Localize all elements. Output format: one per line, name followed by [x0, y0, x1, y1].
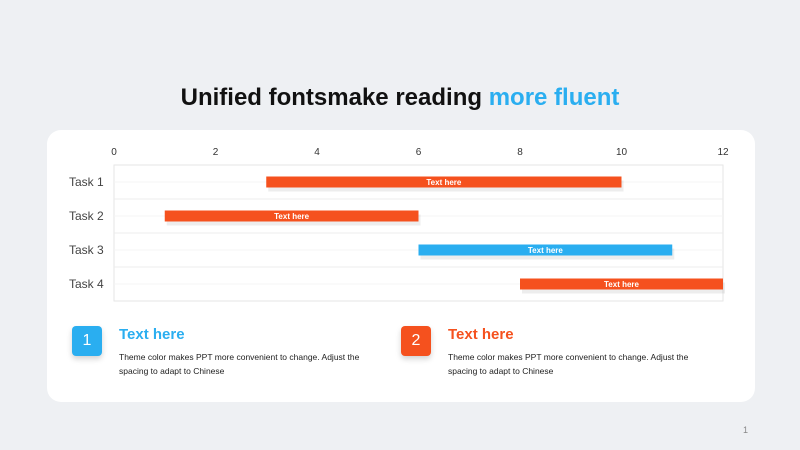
info-heading-1: Text here: [119, 326, 185, 343]
title-main: Unified fontsmake reading: [180, 84, 483, 111]
bar-label: Text here: [426, 178, 462, 187]
bar-label: Text here: [528, 246, 564, 255]
slide-title: Unified fontsmake reading more fluent: [0, 84, 800, 112]
task-label: Task 3: [69, 243, 104, 257]
task-label: Task 2: [69, 209, 104, 223]
x-tick-label: 0: [111, 147, 117, 158]
bar-label: Text here: [604, 280, 640, 289]
gantt-chart: 0 2 4 6 8 10 12 Task 1 Text here Task 2 Text here T…: [69, 147, 729, 302]
bar-label: Text here: [274, 212, 310, 221]
number-badge-1: 1: [72, 326, 102, 356]
info-body-1: Theme color makes PPT more convenient to…: [119, 352, 360, 376]
number-badge-2: 2: [401, 326, 431, 356]
x-tick-label: 4: [314, 147, 320, 158]
x-tick-label: 6: [416, 147, 422, 158]
x-tick-label: 12: [717, 147, 729, 158]
task-label: Task 1: [69, 175, 104, 189]
x-tick-label: 8: [517, 147, 523, 158]
content-card: 0 2 4 6 8 10 12 Task 1 Text here Task 2 Text here T…: [47, 130, 755, 402]
info-heading-2: Text here: [448, 326, 514, 343]
task-label: Task 4: [69, 277, 104, 291]
page-number: 1: [742, 425, 748, 435]
x-tick-label: 2: [213, 147, 219, 158]
info-body-2: Theme color makes PPT more convenient to…: [448, 352, 689, 376]
x-tick-label: 10: [616, 147, 628, 158]
title-accent: more fluent: [488, 84, 620, 111]
